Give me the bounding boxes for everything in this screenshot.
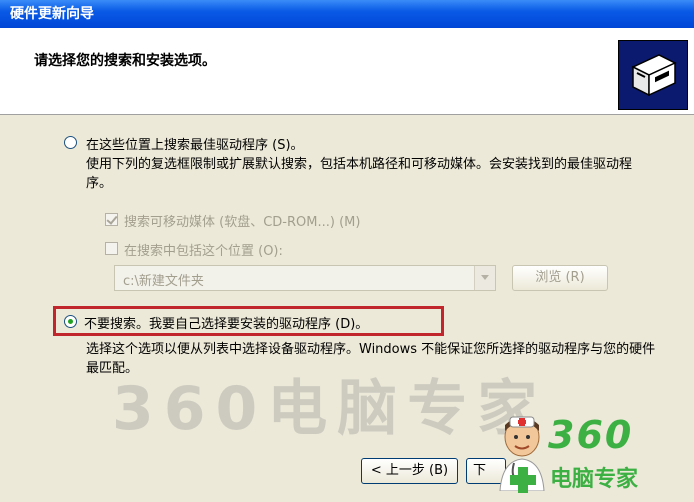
search-option-description: 使用下列的复选框限制或扩展默认搜索，包括本机路径和可移动媒体。会安装找到的最佳驱… <box>86 157 633 191</box>
location-combobox[interactable]: c:\新建文件夹 <box>114 265 496 291</box>
page-title: 请选择您的搜索和安装选项。 <box>34 53 216 69</box>
window-title: 硬件更新向导 <box>10 6 94 22</box>
green-cross-icon <box>510 467 536 493</box>
hardware-wizard-icon <box>618 40 688 110</box>
search-option-label: 在这些位置上搜索最佳驱动程序 (S)。 <box>86 138 304 153</box>
include-location-checkbox[interactable] <box>105 242 118 255</box>
back-button[interactable]: < 上一步 (B) <box>361 458 458 484</box>
logo-text: 电脑专家 <box>550 467 639 492</box>
removable-media-checkbox[interactable] <box>105 213 118 226</box>
wizard-body: 在这些位置上搜索最佳驱动程序 (S)。 使用下列的复选框限制或扩展默认搜索，包括… <box>0 115 694 502</box>
chevron-down-icon[interactable] <box>474 266 495 290</box>
no-search-option-label: 不要搜索。我要自己选择要安装的驱动程序 (D)。 <box>84 317 369 332</box>
title-bar: 硬件更新向导 <box>0 0 694 28</box>
include-location-label: 在搜索中包括这个位置 (O): <box>124 244 283 259</box>
watermark-text: 360电脑专家 <box>112 374 548 444</box>
removable-media-label: 搜索可移动媒体 (软盘、CD-ROM...) (M) <box>124 215 361 230</box>
search-radio[interactable] <box>64 136 77 149</box>
wizard-header: 请选择您的搜索和安装选项。 <box>0 28 694 115</box>
location-value: c:\新建文件夹 <box>123 274 204 289</box>
no-search-radio[interactable] <box>64 315 77 328</box>
logo-360: 360 电脑专家 <box>492 411 682 497</box>
browse-button[interactable]: 浏览 (R) <box>512 265 608 291</box>
logo-number: 360 <box>548 413 634 457</box>
